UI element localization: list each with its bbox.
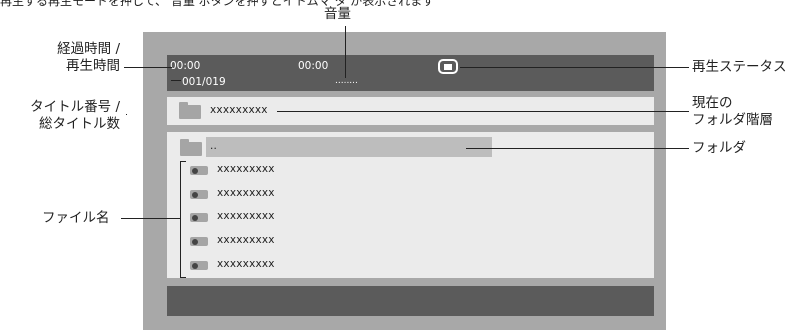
file-name-3[interactable]: xxxxxxxxx (217, 210, 275, 222)
bottom-bar (167, 286, 654, 316)
parent-folder-entry[interactable]: .. (210, 140, 217, 152)
current-folder-callout: 現在の フォルダ階層 (692, 95, 773, 128)
leader-line (345, 26, 346, 78)
file-name-2[interactable]: xxxxxxxxx (217, 187, 275, 199)
folder-callout: フォルダ (692, 140, 746, 156)
leader-line (171, 80, 181, 81)
leader-line (277, 111, 689, 112)
track-number: 001/019 (182, 76, 226, 88)
bracket-line (180, 161, 181, 278)
music-file-icon (190, 261, 208, 270)
stop-icon (438, 59, 458, 74)
bracket-line (180, 277, 186, 278)
music-file-icon (190, 213, 208, 222)
leader-dot (126, 114, 127, 115)
file-name-callout: ファイル名 (42, 210, 110, 226)
elapsed-time-callout: 経過時間 / 再生時間 (57, 41, 120, 74)
status-bar (167, 55, 654, 91)
leader-line (124, 67, 172, 68)
bracket-line (180, 161, 186, 162)
file-name-4[interactable]: xxxxxxxxx (217, 234, 275, 246)
play-status-callout: 再生ステータス (692, 59, 787, 75)
intro-text: 再生する再生モードを押して、 音量 ボタンを押すとイトムマ タ が表示されます (0, 0, 435, 8)
selected-row[interactable] (206, 137, 492, 157)
music-file-icon (190, 166, 208, 175)
leader-line (460, 67, 689, 68)
leader-line (466, 148, 689, 149)
leader-line (121, 218, 181, 219)
music-file-icon (190, 190, 208, 199)
file-name-5[interactable]: xxxxxxxxx (217, 258, 275, 270)
current-folder-name: xxxxxxxxx (210, 104, 268, 116)
title-number-callout: タイトル番号 / 総タイトル数 (30, 99, 120, 132)
volume-level: ........ (335, 76, 358, 86)
folder-icon (180, 139, 202, 156)
volume-callout: 音量 (324, 6, 351, 22)
folder-icon (179, 102, 201, 119)
total-time: 00:00 (298, 60, 329, 72)
music-file-icon (190, 237, 208, 246)
elapsed-time: 00:00 (170, 60, 201, 72)
file-name-1[interactable]: xxxxxxxxx (217, 163, 275, 175)
